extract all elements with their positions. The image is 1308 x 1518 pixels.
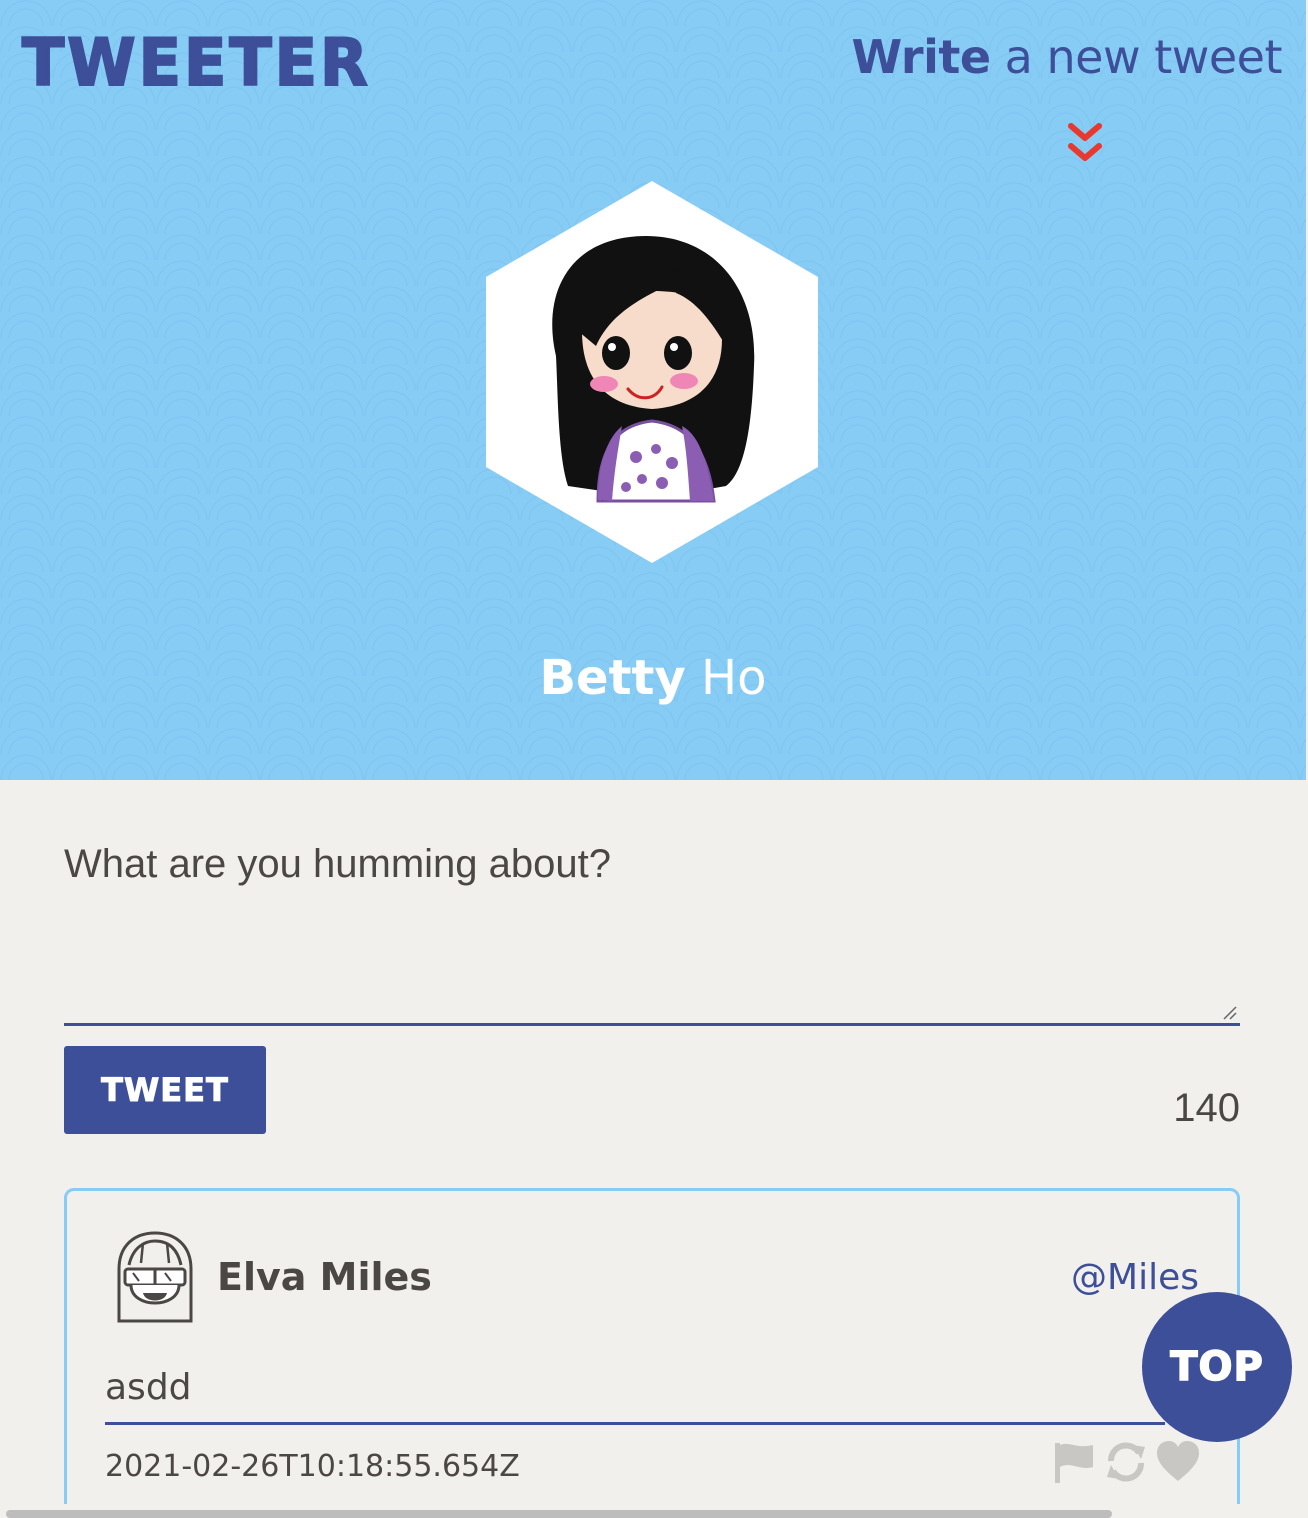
write-new-tweet-link[interactable]: Write a new tweet <box>851 30 1282 84</box>
tweet-actions <box>1051 1439 1201 1485</box>
scrollbar-thumb[interactable] <box>6 1510 1112 1518</box>
write-link-rest: a new tweet <box>990 30 1283 84</box>
profile-header: TWEETER Write a new tweet Betty Ho <box>0 0 1306 780</box>
profile-last-name: Ho <box>685 650 767 706</box>
resize-grip-icon[interactable] <box>1222 1005 1238 1021</box>
horizontal-scrollbar[interactable] <box>0 1504 1308 1518</box>
app-logo[interactable]: TWEETER <box>21 23 371 102</box>
tweet-text: asdd <box>105 1367 1165 1425</box>
profile-avatar <box>486 181 818 563</box>
tweet-author-handle: @Miles <box>1071 1257 1199 1298</box>
double-chevron-down-icon[interactable] <box>1066 122 1104 166</box>
character-counter: 140 <box>1173 1086 1240 1130</box>
tweet-card: Elva Miles @Miles asdd 2021-02-26T10:18:… <box>64 1188 1240 1518</box>
flag-icon[interactable] <box>1051 1439 1097 1485</box>
tweet-compose-input[interactable] <box>64 830 1240 1026</box>
tweet-author-name: Elva Miles <box>217 1255 432 1299</box>
profile-first-name: Betty <box>539 650 686 706</box>
retweet-icon[interactable] <box>1103 1439 1149 1485</box>
write-link-bold: Write <box>851 30 991 84</box>
tweet-submit-button[interactable]: TWEET <box>64 1046 266 1134</box>
back-to-top-button[interactable]: TOP <box>1142 1292 1292 1442</box>
heart-icon[interactable] <box>1155 1439 1201 1485</box>
tweet-timestamp: 2021-02-26T10:18:55.654Z <box>105 1449 520 1484</box>
profile-name: Betty Ho <box>0 650 1306 706</box>
tweet-author-avatar <box>117 1231 193 1323</box>
